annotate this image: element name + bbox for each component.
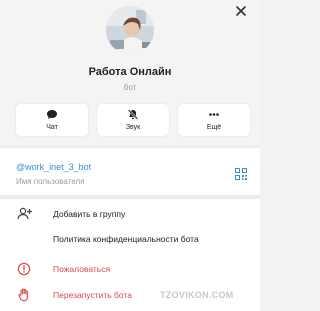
user-info-section: @work_inet_3_bot Имя пользователя — [0, 148, 260, 195]
more-dots-icon — [209, 113, 219, 116]
report-item[interactable]: Пожаловаться — [0, 259, 260, 282]
action-buttons: Чат Звук Ещё — [15, 103, 251, 137]
privacy-policy-item[interactable]: Политика конфиденциальности бота — [0, 229, 260, 252]
warning-icon — [17, 262, 31, 276]
avatar — [106, 6, 154, 54]
chat-button[interactable]: Чат — [15, 103, 89, 137]
close-icon[interactable] — [233, 3, 249, 19]
privacy-policy-label: Политика конфиденциальности бота — [53, 234, 199, 244]
add-to-group-label: Добавить в группу — [53, 209, 126, 219]
report-label: Пожаловаться — [53, 264, 111, 274]
sound-button-label: Звук — [125, 124, 141, 131]
restart-bot-label: Перезапустить бота — [53, 290, 132, 300]
qr-code-icon[interactable] — [235, 168, 247, 180]
more-button-label: Ещё — [206, 124, 222, 131]
profile-name: Работа Онлайн — [88, 66, 172, 78]
add-user-icon — [17, 207, 32, 220]
profile-type: бот — [123, 83, 137, 92]
username-link[interactable]: @work_inet_3_bot — [16, 162, 91, 172]
watermark-logo: TZOVIKON.COM — [160, 290, 234, 300]
hand-stop-icon — [18, 288, 28, 302]
more-button[interactable]: Ещё — [177, 103, 251, 137]
bot-profile-panel: Работа Онлайн бот Чат Звук Ещё @work_ine… — [0, 0, 260, 311]
chat-bubble-icon — [47, 110, 57, 119]
profile-header: Работа Онлайн бот Чат Звук Ещё — [0, 0, 260, 145]
username-caption: Имя пользователя — [16, 177, 85, 186]
chat-button-label: Чат — [46, 124, 58, 131]
sound-button[interactable]: Звук — [96, 103, 170, 137]
add-to-group-item[interactable]: Добавить в группу — [0, 204, 260, 227]
bell-muted-icon — [127, 109, 139, 120]
